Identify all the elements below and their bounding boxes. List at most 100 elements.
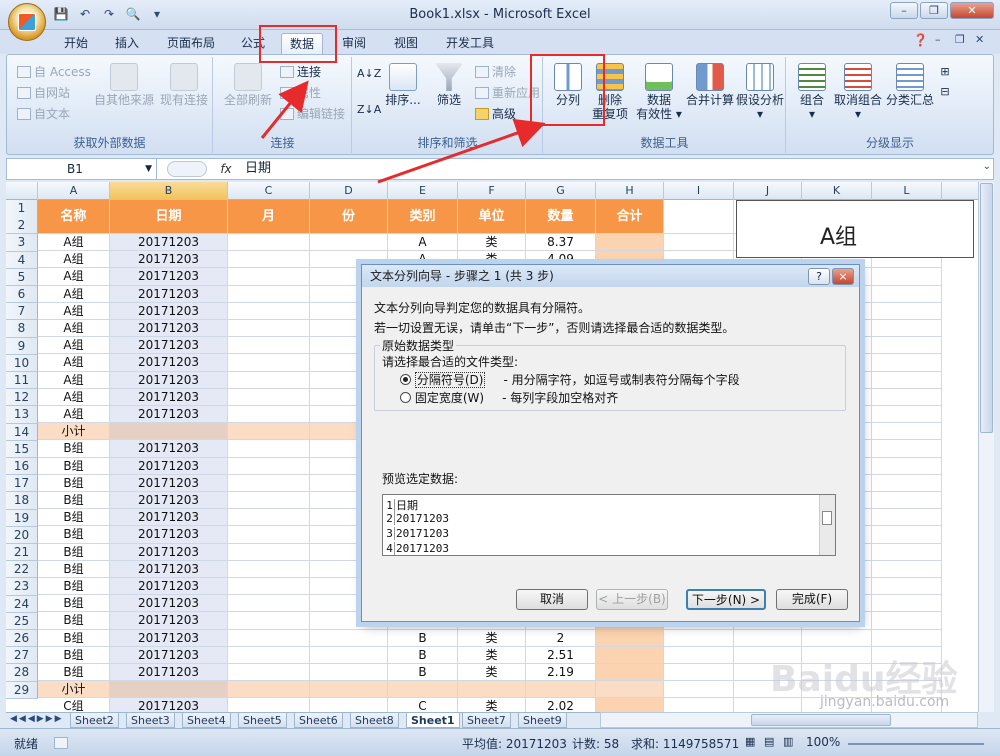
row-header[interactable]: 18 (6, 492, 38, 510)
row-header[interactable]: 25 (6, 612, 38, 630)
row-header[interactable]: 19 (6, 509, 38, 527)
column-header-f[interactable]: F (458, 182, 526, 200)
sort-descending-button[interactable]: Z↓A (357, 103, 381, 117)
cell-l17[interactable] (872, 492, 942, 510)
page-layout-icon[interactable]: ▤ (764, 735, 774, 748)
cell-a16[interactable]: B组 (38, 474, 110, 492)
cell-b6[interactable]: 20171203 (110, 302, 228, 320)
row-header[interactable]: 15 (6, 440, 38, 458)
cell-d25[interactable] (310, 629, 388, 647)
cell-c21[interactable] (228, 560, 310, 578)
cell-d29[interactable] (310, 698, 388, 712)
preview-scroll-thumb[interactable] (822, 511, 832, 525)
cell-c6[interactable] (228, 302, 310, 320)
text-box[interactable]: A组 (736, 200, 974, 258)
row-header[interactable]: 7 (6, 303, 38, 321)
sheet-tab-sheet3[interactable]: Sheet3 (126, 713, 175, 728)
tab-6[interactable]: 视图 (385, 33, 427, 54)
fixed-width-option[interactable]: 固定宽度(W) - 每列字段加空格对齐 (400, 389, 618, 406)
cell-i25[interactable] (664, 629, 734, 647)
cell-c8[interactable] (228, 337, 310, 355)
cell-e26[interactable]: B (388, 646, 458, 664)
ribbon-minimize-icon[interactable]: – (935, 33, 941, 46)
cell-b26[interactable]: 20171203 (110, 646, 228, 664)
cell-c29[interactable] (228, 698, 310, 712)
cell-d26[interactable] (310, 646, 388, 664)
column-header-d[interactable]: D (310, 182, 388, 200)
cell-c2[interactable] (228, 234, 310, 252)
cell-d2[interactable] (310, 234, 388, 252)
dialog-help-button[interactable]: ? (808, 268, 830, 285)
cell-a29[interactable]: C组 (38, 698, 110, 712)
cell-b12[interactable]: 20171203 (110, 406, 228, 424)
cell-a1[interactable]: 名称 (38, 200, 110, 234)
cell-f27[interactable]: 类 (458, 664, 526, 682)
cell-h2[interactable] (596, 234, 664, 252)
cell-c7[interactable] (228, 320, 310, 338)
cell-b21[interactable]: 20171203 (110, 560, 228, 578)
cell-l9[interactable] (872, 354, 942, 372)
normal-view-icon[interactable]: ▦ (745, 735, 755, 748)
cell-c9[interactable] (228, 354, 310, 372)
row-header[interactable]: 13 (6, 406, 38, 424)
cell-c27[interactable] (228, 664, 310, 682)
cell-c12[interactable] (228, 406, 310, 424)
restore-button[interactable]: ❐ (920, 2, 948, 19)
cell-f26[interactable]: 类 (458, 646, 526, 664)
ribbon-close-icon[interactable]: ✕ (975, 33, 984, 46)
insert-function-icon[interactable]: fx (217, 160, 235, 178)
row-header[interactable]: 6 (6, 286, 38, 304)
sheet-tab-sheet9[interactable]: Sheet9 (518, 713, 567, 728)
cell-a14[interactable]: B组 (38, 440, 110, 458)
cell-e25[interactable]: B (388, 629, 458, 647)
cell-l23[interactable] (872, 595, 942, 613)
column-header-a[interactable]: A (38, 182, 110, 200)
cell-b14[interactable]: 20171203 (110, 440, 228, 458)
tab-0[interactable]: 开始 (55, 33, 97, 54)
cell-l4[interactable] (872, 268, 942, 286)
cell-c16[interactable] (228, 474, 310, 492)
advanced-filter-button[interactable]: 高级 (475, 105, 516, 122)
cell-g25[interactable]: 2 (526, 629, 596, 647)
cell-g27[interactable]: 2.19 (526, 664, 596, 682)
cell-l12[interactable] (872, 406, 942, 424)
cell-a8[interactable]: A组 (38, 337, 110, 355)
tab-2[interactable]: 页面布局 (157, 33, 225, 54)
sheet-tab-sheet4[interactable]: Sheet4 (182, 713, 231, 728)
cell-g29[interactable]: 2.02 (526, 698, 596, 712)
macro-record-icon[interactable] (54, 737, 68, 749)
filter-button[interactable]: 筛选 (429, 63, 469, 107)
cell-a4[interactable]: A组 (38, 268, 110, 286)
cell-f29[interactable]: 类 (458, 698, 526, 712)
data-validation-button[interactable]: 数据 有效性 ▾ (636, 63, 682, 121)
subtotal-button[interactable]: 分类汇总 (885, 63, 935, 107)
row-header[interactable]: 29 (6, 681, 38, 699)
from-text-button[interactable]: 自文本 (17, 105, 70, 122)
show-detail-icon[interactable]: ⊞ (937, 65, 953, 79)
row-header[interactable]: 4 (6, 251, 38, 269)
cell-b25[interactable]: 20171203 (110, 629, 228, 647)
cell-c26[interactable] (228, 646, 310, 664)
cell-c22[interactable] (228, 578, 310, 596)
cell-a9[interactable]: A组 (38, 354, 110, 372)
row-header[interactable]: 23 (6, 578, 38, 596)
cell-b17[interactable]: 20171203 (110, 492, 228, 510)
cell-a18[interactable]: B组 (38, 509, 110, 527)
cell-l7[interactable] (872, 320, 942, 338)
row-header[interactable]: 20 (6, 526, 38, 544)
cell-b4[interactable]: 20171203 (110, 268, 228, 286)
cell-l11[interactable] (872, 388, 942, 406)
sheet-tab-sheet1[interactable]: Sheet1 (406, 713, 460, 728)
cell-a12[interactable]: A组 (38, 406, 110, 424)
cell-a17[interactable]: B组 (38, 492, 110, 510)
cell-a26[interactable]: B组 (38, 646, 110, 664)
dialog-close-button[interactable]: × (832, 268, 854, 285)
preview-vertical-scrollbar[interactable] (819, 495, 835, 555)
cell-c5[interactable] (228, 285, 310, 303)
vertical-scroll-thumb[interactable] (980, 183, 993, 433)
cell-i27[interactable] (664, 664, 734, 682)
preview-box[interactable]: 1 日期 2 20171203 3 20171203 4 20171203 (382, 494, 836, 556)
cell-l8[interactable] (872, 337, 942, 355)
cell-e27[interactable]: B (388, 664, 458, 682)
cell-a6[interactable]: A组 (38, 302, 110, 320)
